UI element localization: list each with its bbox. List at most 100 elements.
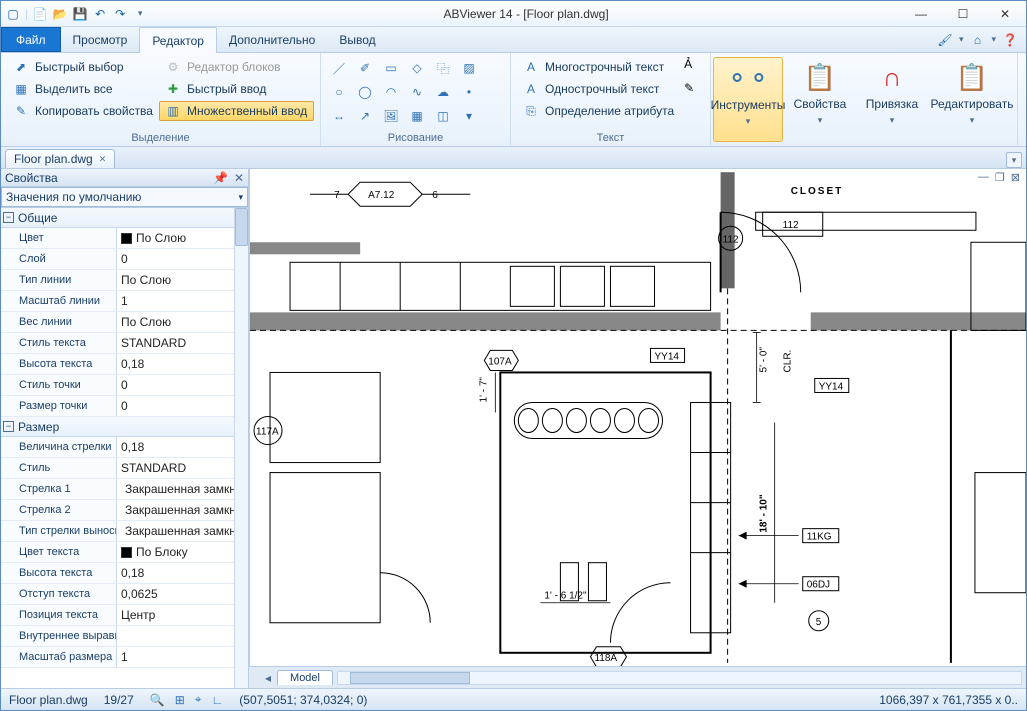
- property-row[interactable]: Внутреннее выравнивание: [1, 626, 234, 647]
- property-value[interactable]: По Слою: [117, 228, 234, 248]
- category-dim[interactable]: −Размер: [1, 417, 234, 437]
- rect-rot-icon[interactable]: ◇: [405, 57, 429, 79]
- snap-button[interactable]: ∩ Привязка▾: [857, 57, 927, 142]
- copy-icon[interactable]: ⿻: [431, 57, 455, 79]
- property-value[interactable]: STANDARD: [117, 333, 234, 353]
- ellipse-icon[interactable]: ◯: [353, 81, 377, 103]
- table-icon[interactable]: ▦: [405, 105, 429, 127]
- leader-icon[interactable]: ↗: [353, 105, 377, 127]
- hatch-icon[interactable]: ▨: [457, 57, 481, 79]
- line-icon[interactable]: ／: [327, 57, 351, 79]
- qat-more-icon[interactable]: ▾: [132, 6, 148, 22]
- status-snap-icon[interactable]: ⌖: [195, 692, 202, 707]
- property-value[interactable]: 0: [117, 249, 234, 269]
- property-row[interactable]: Величина стрелки0,18: [1, 437, 234, 458]
- mtext-button[interactable]: AМногострочный текст: [517, 57, 680, 77]
- point-icon[interactable]: •: [457, 81, 481, 103]
- multi-input-button[interactable]: ▥Множественный ввод: [159, 101, 314, 121]
- status-zoom-icon[interactable]: 🔍: [150, 693, 165, 707]
- mdi-minimize-icon[interactable]: —: [976, 171, 991, 184]
- quick-input-button[interactable]: ✚Быстрый ввод: [159, 79, 314, 99]
- property-value[interactable]: 0,18: [117, 354, 234, 374]
- status-ortho-icon[interactable]: ∟: [212, 693, 224, 707]
- edit-button[interactable]: 📋 Редактировать▾: [929, 57, 1015, 142]
- text-edit-icon[interactable]: ✎: [684, 81, 704, 103]
- property-value[interactable]: По Слою: [117, 312, 234, 332]
- tab-prev-icon[interactable]: ◂: [265, 671, 271, 685]
- property-value[interactable]: 1: [117, 647, 234, 667]
- property-value[interactable]: Закрашенная замкнутая: [117, 521, 234, 541]
- undo-icon[interactable]: ↶: [92, 6, 108, 22]
- property-row[interactable]: Позиция текстаЦентр: [1, 605, 234, 626]
- property-row[interactable]: Вес линииПо Слою: [1, 312, 234, 333]
- property-row[interactable]: Стрелка 2Закрашенная замкнутая: [1, 500, 234, 521]
- rect-icon[interactable]: ▭: [379, 57, 403, 79]
- drawing-canvas[interactable]: — ❐ ⊠ CLOSET 112: [249, 169, 1026, 666]
- status-grid-icon[interactable]: ⊞: [175, 693, 185, 707]
- property-value[interactable]: [117, 626, 234, 646]
- property-row[interactable]: Высота текста0,18: [1, 354, 234, 375]
- property-row[interactable]: Масштаб размера1: [1, 647, 234, 668]
- property-value[interactable]: Закрашенная замкнутая: [117, 479, 234, 499]
- property-value[interactable]: Закрашенная замкнутая: [117, 500, 234, 520]
- pin-icon[interactable]: 📌: [213, 171, 228, 185]
- property-value[interactable]: 0,0625: [117, 584, 234, 604]
- defaults-combo[interactable]: Значения по умолчанию▾: [1, 187, 248, 207]
- open-icon[interactable]: 📄: [32, 6, 48, 22]
- property-row[interactable]: Высота текста0,18: [1, 563, 234, 584]
- text-style-icon[interactable]: Ả: [684, 57, 704, 79]
- tab-advanced[interactable]: Дополнительно: [217, 27, 327, 52]
- property-value[interactable]: 0: [117, 375, 234, 395]
- property-row[interactable]: Слой0: [1, 249, 234, 270]
- horizontal-scrollbar[interactable]: [337, 671, 1022, 685]
- mdi-restore-icon[interactable]: ❐: [993, 171, 1007, 184]
- property-value[interactable]: STANDARD: [117, 458, 234, 478]
- property-row[interactable]: Тип стрелки выноскиЗакрашенная замкнутая: [1, 521, 234, 542]
- property-row[interactable]: Тип линииПо Слою: [1, 270, 234, 291]
- doc-tabs-dropdown[interactable]: ▾: [1006, 152, 1022, 168]
- property-value[interactable]: 0,18: [117, 437, 234, 457]
- property-value[interactable]: Центр: [117, 605, 234, 625]
- redo-icon[interactable]: ↷: [112, 6, 128, 22]
- arc-icon[interactable]: ◠: [379, 81, 403, 103]
- spline-icon[interactable]: ∿: [405, 81, 429, 103]
- property-row[interactable]: Размер точки0: [1, 396, 234, 417]
- tab-output[interactable]: Вывод: [327, 27, 387, 52]
- copy-props-button[interactable]: ✎Копировать свойства: [7, 101, 159, 121]
- close-button[interactable]: ✕: [988, 4, 1022, 24]
- attrdef-button[interactable]: ⎘Определение атрибута: [517, 101, 680, 121]
- polyline-icon[interactable]: ✐: [353, 57, 377, 79]
- property-value[interactable]: По Блоку: [117, 542, 234, 562]
- property-value[interactable]: 0,18: [117, 563, 234, 583]
- property-row[interactable]: Стиль текстаSTANDARD: [1, 333, 234, 354]
- home-icon[interactable]: ⌂: [969, 32, 985, 48]
- dim-icon[interactable]: ↔: [327, 105, 351, 127]
- category-general[interactable]: −Общие: [1, 208, 234, 228]
- property-row[interactable]: Масштаб линии1: [1, 291, 234, 312]
- tab-view[interactable]: Просмотр: [61, 27, 140, 52]
- panel-close-icon[interactable]: ✕: [234, 171, 244, 185]
- text-button[interactable]: AОднострочный текст: [517, 79, 680, 99]
- quick-select-button[interactable]: ⬈Быстрый выбор: [7, 57, 159, 77]
- property-row[interactable]: Отступ текста0,0625: [1, 584, 234, 605]
- save-icon[interactable]: 💾: [72, 6, 88, 22]
- help-icon[interactable]: ❓: [1002, 32, 1018, 48]
- style-icon[interactable]: 🖌: [937, 32, 953, 48]
- file-tab[interactable]: Файл: [1, 27, 61, 52]
- property-value[interactable]: 0: [117, 396, 234, 416]
- circle-icon[interactable]: ○: [327, 81, 351, 103]
- select-all-button[interactable]: ▦Выделить все: [7, 79, 159, 99]
- block-editor-button[interactable]: ⚙Редактор блоков: [159, 57, 314, 77]
- tab-editor[interactable]: Редактор: [139, 27, 217, 53]
- more-draw-icon[interactable]: ▾: [457, 105, 481, 127]
- property-value[interactable]: 1: [117, 291, 234, 311]
- property-value[interactable]: По Слою: [117, 270, 234, 290]
- panel-scrollbar[interactable]: [234, 208, 248, 688]
- block-ins-icon[interactable]: ◫: [431, 105, 455, 127]
- model-tab[interactable]: Model: [277, 670, 333, 685]
- properties-button[interactable]: 📋 Свойства▾: [785, 57, 855, 142]
- mdi-close-icon[interactable]: ⊠: [1009, 171, 1022, 184]
- property-row[interactable]: СтильSTANDARD: [1, 458, 234, 479]
- cloud-icon[interactable]: ☁: [431, 81, 455, 103]
- property-row[interactable]: Стиль точки0: [1, 375, 234, 396]
